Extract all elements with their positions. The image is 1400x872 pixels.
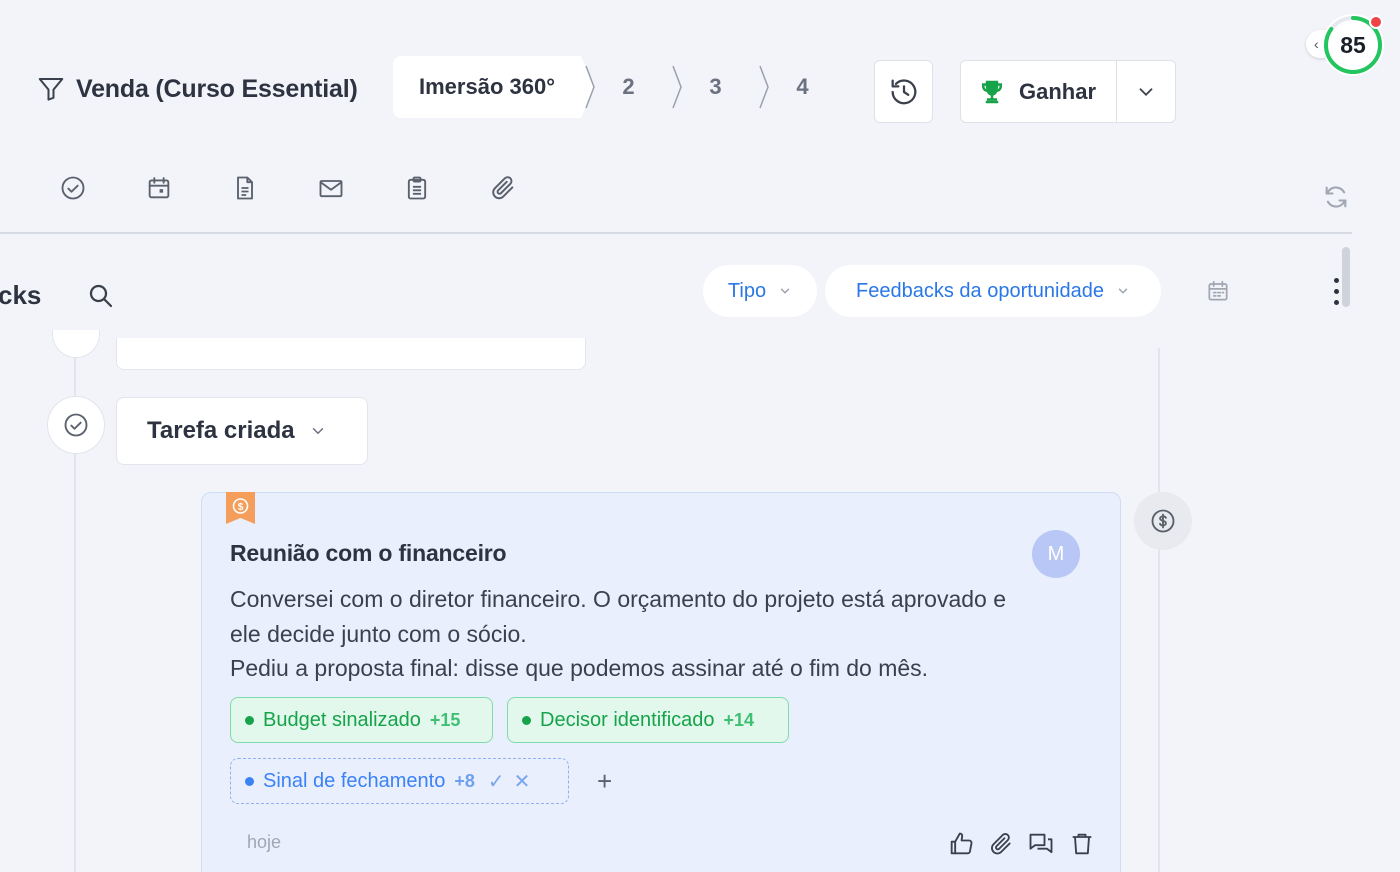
tag-dot	[245, 776, 254, 786]
more-options-icon[interactable]	[1334, 278, 1339, 305]
check-circle-icon	[62, 411, 90, 439]
avatar[interactable]: M	[1032, 530, 1080, 578]
win-label: Ganhar	[1018, 78, 1097, 104]
stage-4[interactable]: 4	[755, 56, 842, 118]
stage-active[interactable]: Imersão 360°	[393, 55, 595, 118]
feedback-actions	[947, 830, 1096, 858]
tag-suggested[interactable]: Sinal de fechamento +8 ✓ ✕	[230, 758, 569, 804]
chevron-down-icon	[778, 284, 792, 298]
refresh-icon[interactable]	[1322, 183, 1350, 211]
search-icon[interactable]	[86, 281, 116, 311]
activity-toolbar	[57, 172, 518, 203]
win-button[interactable]: Ganhar	[961, 61, 1117, 122]
stage-2[interactable]: 2	[581, 56, 668, 118]
stage-chevron-icon	[672, 65, 682, 108]
tag-dot	[522, 715, 531, 725]
feedback-title: Reunião com o financeiro	[230, 540, 507, 566]
paperclip-icon[interactable]	[988, 830, 1014, 858]
feed-title: cks	[0, 280, 42, 310]
stage-chevron-icon	[759, 65, 769, 108]
notification-dot	[1369, 15, 1383, 29]
feedback-date: hoje	[247, 832, 282, 852]
history-icon	[887, 75, 921, 109]
scrollbar[interactable]	[1342, 247, 1350, 307]
tag-decisor[interactable]: Decisor identificado +14	[507, 697, 789, 743]
money-bookmark-icon: $	[226, 492, 255, 524]
feedback-body: Conversei com o diretor financeiro. O or…	[230, 586, 1007, 681]
timeline-rail-right	[1158, 348, 1160, 872]
score-widget[interactable]: ‹ 85	[1306, 12, 1386, 78]
mail-icon[interactable]	[315, 172, 346, 203]
calendar-icon[interactable]	[1205, 278, 1231, 304]
reject-icon[interactable]: ✕	[514, 769, 531, 794]
svg-text:$: $	[238, 502, 244, 513]
stage-3[interactable]: 3	[668, 56, 755, 118]
feedback-filter-dropdown[interactable]: Feedbacks da oportunidade	[825, 265, 1161, 317]
filter-funnel-icon	[36, 74, 66, 104]
chevron-down-icon	[1135, 81, 1157, 103]
comments-icon[interactable]	[1027, 830, 1055, 858]
clipboard-icon[interactable]	[401, 172, 432, 203]
document-icon[interactable]	[229, 172, 260, 203]
add-tag-button[interactable]: +	[597, 766, 612, 797]
dollar-circle-icon	[1149, 507, 1177, 535]
paperclip-icon[interactable]	[487, 172, 518, 203]
tag-budget[interactable]: Budget sinalizado +15	[230, 697, 493, 743]
timeline-node	[52, 330, 100, 358]
win-options-dropdown[interactable]	[1117, 61, 1175, 122]
tag-dot	[245, 715, 254, 725]
trophy-icon	[977, 77, 1007, 107]
pipeline-selector[interactable]: Venda (Curso Essential)	[36, 74, 358, 104]
chevron-down-icon	[309, 422, 327, 440]
timeline-card-partial[interactable]	[116, 338, 586, 370]
accept-icon[interactable]: ✓	[488, 769, 505, 794]
stage-chevron-icon	[585, 65, 595, 108]
thumbs-up-icon[interactable]	[947, 830, 975, 858]
stage-bar: Imersão 360° 2 3 4	[393, 55, 842, 118]
task-label: Tarefa criada	[147, 417, 295, 444]
check-circle-icon[interactable]	[57, 172, 88, 203]
toolbar-divider	[0, 232, 1352, 234]
type-filter-dropdown[interactable]: Tipo	[703, 265, 817, 317]
calendar-icon[interactable]	[143, 172, 174, 203]
history-button[interactable]	[874, 60, 933, 123]
win-button-group: Ganhar	[960, 60, 1176, 123]
pipeline-title: Venda (Curso Essential)	[76, 74, 358, 103]
chevron-down-icon	[1116, 284, 1130, 298]
task-node	[47, 396, 105, 454]
task-created-card[interactable]: Tarefa criada	[116, 397, 368, 465]
money-node	[1134, 492, 1192, 550]
trash-icon[interactable]	[1068, 830, 1096, 858]
